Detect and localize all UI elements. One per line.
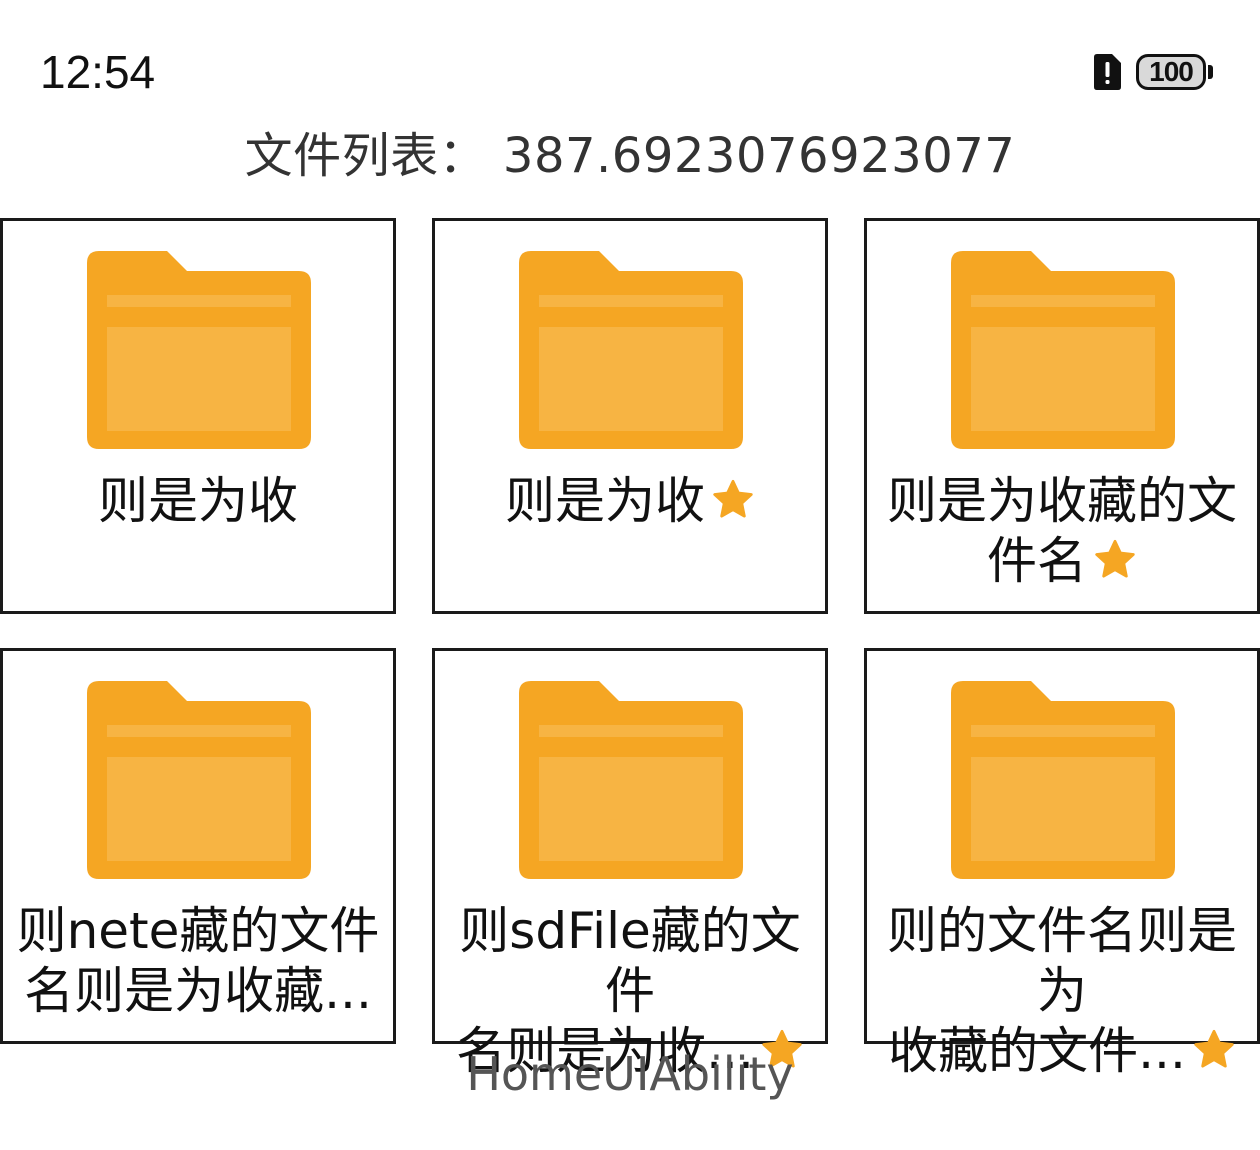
file-name-line: 则的文件名则是为: [887, 902, 1237, 1020]
file-name-line: 名则是为收藏...: [7, 961, 389, 1021]
folder-icon: [87, 681, 311, 879]
file-name: 则是为收: [435, 471, 825, 531]
battery-level: 100: [1149, 56, 1194, 87]
sim-alert-icon: [1094, 54, 1121, 90]
star-icon: [1095, 539, 1135, 578]
status-icons: 100: [1090, 50, 1216, 94]
file-name-text: 则是为收: [98, 472, 298, 530]
status-time: 12:54: [40, 46, 156, 98]
file-name: 则nete藏的文件 名则是为收藏...: [3, 901, 393, 1021]
page-title: 文件列表： 387.6923076923077: [244, 128, 1016, 184]
file-item[interactable]: 则是为收: [432, 218, 828, 614]
file-name: 则是为收藏的文件名: [867, 471, 1257, 591]
file-name-line: 则sdFile藏的文件: [459, 902, 801, 1020]
file-name-text: 名则是为收藏...: [24, 962, 372, 1020]
folder-icon: [951, 681, 1175, 879]
file-item[interactable]: 则是为收: [0, 218, 396, 614]
ability-name: HomeUIAbility: [466, 1047, 794, 1101]
battery-icon: 100: [1136, 52, 1216, 92]
file-name: 则是为收: [3, 471, 393, 531]
folder-icon: [87, 251, 311, 449]
file-name-line: 则nete藏的文件: [16, 902, 380, 960]
folder-icon: [951, 251, 1175, 449]
file-item[interactable]: 则是为收藏的文件名: [864, 218, 1260, 614]
file-item[interactable]: 则的文件名则是为 收藏的文件...: [864, 648, 1260, 1080]
folder-icon: [519, 251, 743, 449]
file-name-text: 则是为收藏的文件名: [887, 472, 1237, 590]
folder-icon: [519, 681, 743, 879]
file-name-text: 则是为收: [505, 472, 705, 530]
status-bar: 12:54 100: [0, 0, 1260, 120]
file-item[interactable]: 则sdFile藏的文件 名则是为收...: [432, 648, 828, 1080]
file-item[interactable]: 则nete藏的文件 名则是为收藏...: [0, 648, 396, 1044]
star-icon: [713, 479, 753, 518]
